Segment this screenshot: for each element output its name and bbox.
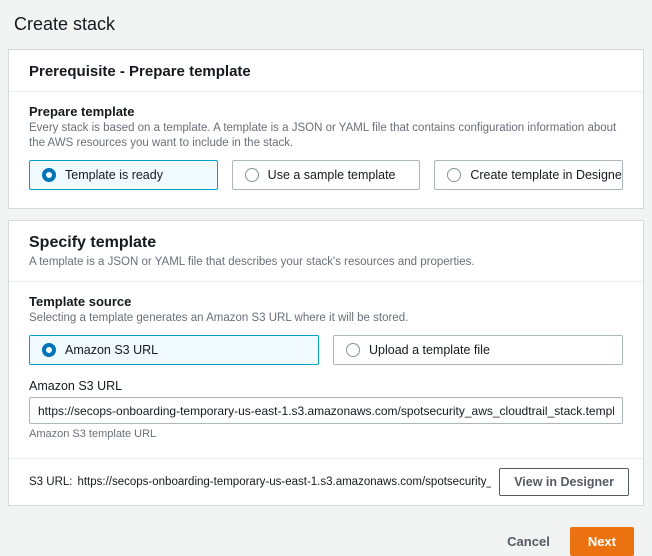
specify-template-title: Specify template [29, 234, 623, 252]
radio-tile-use-sample-template[interactable]: Use a sample template [232, 160, 421, 190]
prerequisite-section: Prerequisite - Prepare template Prepare … [8, 49, 644, 209]
s3-url-line: S3 URL: https://secops-onboarding-tempora… [29, 476, 491, 488]
radio-tile-label: Amazon S3 URL [65, 343, 158, 357]
prepare-template-description: Every stack is based on a template. A te… [29, 121, 623, 151]
amazon-s3-url-helper: Amazon S3 template URL [29, 428, 623, 440]
radio-tile-amazon-s3-url[interactable]: Amazon S3 URL [29, 335, 319, 365]
wizard-actions: Cancel Next [8, 517, 644, 556]
specify-template-header: Specify template A template is a JSON or… [9, 221, 643, 283]
template-source-options: Amazon S3 URL Upload a template file [29, 335, 623, 365]
radio-tile-label: Create template in Designer [470, 168, 623, 182]
radio-unselected-icon [245, 168, 259, 182]
prepare-template-options: Template is ready Use a sample template … [29, 160, 623, 190]
prerequisite-section-title: Prerequisite - Prepare template [29, 63, 623, 80]
radio-tile-create-template-in-designer[interactable]: Create template in Designer [434, 160, 623, 190]
amazon-s3-url-label: Amazon S3 URL [29, 379, 623, 393]
specify-template-footer: S3 URL: https://secops-onboarding-tempora… [9, 458, 643, 505]
radio-tile-upload-template-file[interactable]: Upload a template file [333, 335, 623, 365]
amazon-s3-url-input[interactable] [29, 397, 623, 424]
s3-url-value: https://secops-onboarding-temporary-us-e… [77, 476, 491, 488]
radio-tile-template-is-ready[interactable]: Template is ready [29, 160, 218, 190]
specify-template-description: A template is a JSON or YAML file that d… [29, 255, 623, 271]
radio-tile-label: Template is ready [65, 168, 163, 182]
prerequisite-section-header: Prerequisite - Prepare template [9, 50, 643, 92]
create-stack-page: Create stack Prerequisite - Prepare temp… [0, 0, 652, 556]
s3-url-label: S3 URL: [29, 476, 72, 488]
radio-unselected-icon [346, 343, 360, 357]
specify-template-section: Specify template A template is a JSON or… [8, 220, 644, 506]
specify-template-body: Template source Selecting a template gen… [9, 282, 643, 458]
prerequisite-section-body: Prepare template Every stack is based on… [9, 92, 643, 208]
prepare-template-label: Prepare template [29, 104, 623, 119]
radio-selected-icon [42, 168, 56, 182]
page-title: Create stack [14, 14, 644, 35]
radio-selected-icon [42, 343, 56, 357]
template-source-description: Selecting a template generates an Amazon… [29, 311, 623, 326]
next-button[interactable]: Next [570, 527, 634, 556]
radio-unselected-icon [447, 168, 461, 182]
cancel-button[interactable]: Cancel [507, 534, 550, 549]
radio-tile-label: Upload a template file [369, 343, 490, 357]
view-in-designer-button[interactable]: View in Designer [499, 468, 629, 496]
template-source-label: Template source [29, 294, 623, 309]
radio-tile-label: Use a sample template [268, 168, 396, 182]
